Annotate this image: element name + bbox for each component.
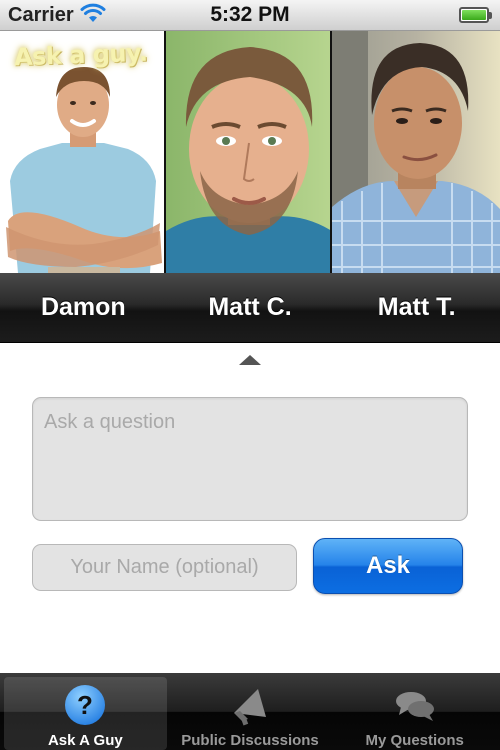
- question-input[interactable]: [32, 397, 468, 521]
- tab-ask-a-guy[interactable]: ? Ask A Guy: [4, 677, 167, 750]
- name-input[interactable]: [32, 544, 297, 591]
- battery-icon: [459, 7, 492, 23]
- guys-strip: Ask a guy.: [0, 31, 500, 273]
- tab-bar: ? Ask A Guy Public Discussions My Questi…: [0, 673, 500, 750]
- carrier-label: Carrier: [8, 3, 74, 26]
- tab-label: Public Discussions: [181, 732, 319, 749]
- brand-logo: Ask a guy.: [13, 38, 149, 72]
- question-mark-icon: ?: [63, 683, 107, 727]
- chat-bubbles-icon: [393, 683, 437, 727]
- tab-my-questions[interactable]: My Questions: [333, 677, 496, 750]
- guy-photo-damon[interactable]: Ask a guy.: [0, 31, 166, 273]
- status-left: Carrier: [8, 3, 106, 28]
- guy-photo-matt-t[interactable]: [332, 31, 500, 273]
- wifi-icon: [80, 3, 106, 28]
- megaphone-icon: [228, 683, 272, 727]
- tab-label: My Questions: [365, 732, 464, 749]
- guy-name-matt-t[interactable]: Matt T.: [333, 273, 500, 342]
- battery-level: [462, 10, 486, 20]
- guy-name-damon[interactable]: Damon: [0, 273, 167, 342]
- battery-body: [459, 7, 489, 23]
- battery-tip: [489, 11, 492, 19]
- guy-photo-matt-c[interactable]: [166, 31, 332, 273]
- guy-names-bar: Damon Matt C. Matt T.: [0, 273, 500, 343]
- status-bar: Carrier 5:32 PM: [0, 0, 500, 31]
- tab-public-discussions[interactable]: Public Discussions: [169, 677, 332, 750]
- guy-name-matt-c[interactable]: Matt C.: [167, 273, 334, 342]
- ask-button[interactable]: Ask: [313, 538, 463, 594]
- selected-guy-indicator: [239, 355, 261, 365]
- tab-label: Ask A Guy: [47, 732, 123, 749]
- svg-text:?: ?: [77, 690, 93, 720]
